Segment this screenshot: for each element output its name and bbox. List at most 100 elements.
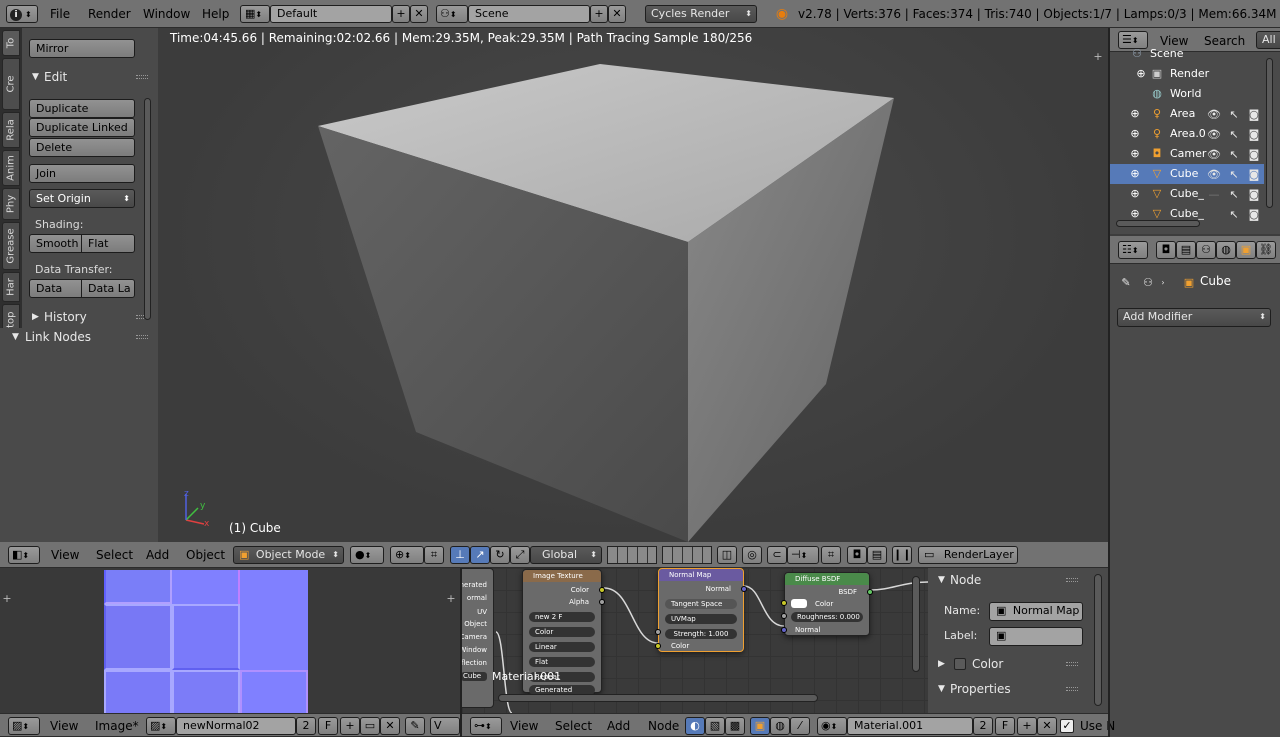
shelf-scrollbar[interactable] — [144, 98, 151, 320]
image-texture-node-header[interactable]: Image Texture — [523, 570, 601, 582]
smooth-button[interactable]: Smooth — [29, 234, 82, 253]
outliner-row-render-layers[interactable]: ⊕ ▣ Render — [1110, 64, 1264, 84]
set-origin-dropdown[interactable]: Set Origin ⬍ — [29, 189, 135, 208]
edit-panel-header[interactable]: ▼ Edit — [22, 66, 158, 88]
render-camera-icon[interactable]: ◙ — [1246, 127, 1262, 141]
duplicate-button[interactable]: Duplicate — [29, 99, 135, 118]
layer-buttons-group-1[interactable] — [607, 546, 657, 564]
render-camera-icon[interactable]: ◙ — [1246, 147, 1262, 161]
data-layout-button[interactable]: Data La — [81, 279, 135, 298]
normal-map-node[interactable]: Normal Map Normal Tangent Space UVMap St… — [655, 568, 747, 652]
object-field[interactable]: Cube — [462, 672, 487, 681]
outliner-row-scene[interactable]: ⚇ Scene — [1110, 44, 1264, 64]
snap-toggle-button[interactable]: ⌗ — [424, 546, 444, 564]
mode-dropdown[interactable]: ▣ Object Mode ⬍ — [233, 546, 344, 564]
history-panel-header[interactable]: ▶ History — [22, 306, 158, 328]
color-panel-header[interactable]: ▶ Color — [928, 653, 1088, 675]
delete-button[interactable]: Delete — [29, 138, 135, 157]
tab-animation[interactable]: Anim — [2, 150, 20, 186]
node-menu-select[interactable]: Select — [555, 714, 592, 737]
render-camera-icon[interactable]: ◙ — [1246, 107, 1262, 121]
image-users-count[interactable]: 2 — [296, 717, 316, 735]
translate-manipulator-button[interactable]: ↗ — [470, 546, 490, 564]
eye-icon[interactable]: 👁 — [1206, 167, 1222, 181]
scene-selector-button[interactable]: ⚇⬍ — [436, 5, 468, 23]
menu-select[interactable]: Select — [96, 542, 133, 568]
image-view-mode-button[interactable]: V — [430, 717, 460, 735]
menu-render[interactable]: Render — [88, 0, 131, 28]
object-shader-type-button[interactable]: ▣ — [750, 717, 770, 735]
projection-dropdown[interactable]: Flat — [529, 657, 595, 667]
tab-hard-ops[interactable]: Har — [2, 272, 20, 302]
drag-grip-icon[interactable] — [136, 335, 148, 339]
opengl-render-button[interactable]: ◘ — [847, 546, 867, 564]
rotate-manipulator-button[interactable]: ↻ — [490, 546, 510, 564]
3d-viewport[interactable]: Time:04:45.66 | Remaining:02:02.66 | Mem… — [158, 28, 1108, 542]
drag-grip-icon[interactable] — [1066, 687, 1078, 691]
input-strength-socket[interactable] — [655, 629, 661, 635]
eye-hidden-icon[interactable]: — — [1206, 187, 1222, 201]
output-bsdf-socket[interactable] — [867, 589, 873, 595]
drag-grip-icon[interactable] — [136, 75, 148, 79]
color-checkbox[interactable] — [954, 658, 966, 670]
diffuse-bsdf-node-header[interactable]: Diffuse BSDF — [785, 573, 869, 585]
cursor-icon[interactable]: ↖ — [1226, 107, 1242, 121]
input-color-socket[interactable] — [781, 600, 787, 606]
transform-orientation-dropdown[interactable]: Global ⬍ — [530, 546, 602, 564]
proportional-edit-button[interactable]: ◎ — [742, 546, 762, 564]
expand-icon[interactable]: ⊕ — [1130, 207, 1140, 220]
editor-type-properties-button[interactable]: ☷⬍ — [1118, 241, 1148, 259]
render-camera-icon[interactable]: ◙ — [1246, 167, 1262, 181]
properties-panel-header[interactable]: ▼ Properties — [928, 678, 1088, 700]
render-tab-icon[interactable]: ◘ — [1156, 241, 1176, 259]
expand-icon[interactable]: ⊕ — [1130, 107, 1140, 120]
unlink-material-button[interactable]: ✕ — [1037, 717, 1057, 735]
manipulator-toggle-button[interactable]: ⊥ — [450, 546, 470, 564]
material-users-count[interactable]: 2 — [973, 717, 993, 735]
output-alpha-socket[interactable] — [599, 599, 605, 605]
use-nodes-checkbox[interactable]: ✓ — [1060, 719, 1074, 733]
pause-render-button[interactable]: ❙❙ — [892, 546, 912, 564]
image-menu-image[interactable]: Image* — [95, 714, 139, 737]
eye-icon[interactable]: 👁 — [1206, 127, 1222, 141]
cursor-icon[interactable]: ↖ — [1226, 127, 1242, 141]
interpolation-dropdown[interactable]: Linear — [529, 642, 595, 652]
npanel-scrollbar[interactable] — [1094, 574, 1102, 706]
node-menu-node[interactable]: Node — [648, 714, 679, 737]
shader-nodes-button[interactable]: ◐ — [685, 717, 705, 735]
eye-icon[interactable]: 👁 — [1206, 107, 1222, 121]
layer-buttons-group-2[interactable] — [662, 546, 712, 564]
mirror-button[interactable]: Mirror — [29, 39, 135, 58]
node-name-field[interactable]: ▣ Normal Map — [989, 602, 1083, 621]
image-datablock-field[interactable]: new 2 F — [529, 612, 595, 622]
layout-selector-button[interactable]: ▦⬍ — [240, 5, 270, 23]
expand-icon[interactable]: ⊕ — [1136, 67, 1146, 80]
browse-material-button[interactable]: ◉⬍ — [817, 717, 847, 735]
drag-grip-icon[interactable] — [1066, 578, 1078, 582]
delete-layout-button[interactable]: ✕ — [410, 5, 428, 23]
expand-icon[interactable]: ⊕ — [1130, 187, 1140, 200]
plus-icon[interactable]: + — [446, 592, 456, 605]
data-transfer-button[interactable]: Data — [29, 279, 82, 298]
render-camera-icon[interactable]: ◙ — [1246, 207, 1262, 221]
snap-element-button[interactable]: ⊣⬍ — [787, 546, 819, 564]
plus-icon[interactable]: + — [1092, 50, 1104, 63]
normal-map-node-header[interactable]: Normal Map — [659, 569, 743, 581]
expand-icon[interactable]: ⊕ — [1130, 147, 1140, 160]
scale-manipulator-button[interactable]: ⤢ — [510, 546, 530, 564]
expand-icon[interactable]: ⊕ — [1130, 127, 1140, 140]
delete-scene-button[interactable]: ✕ — [608, 5, 626, 23]
input-normal-socket[interactable] — [781, 627, 787, 633]
add-modifier-dropdown[interactable]: Add Modifier ⬍ — [1117, 308, 1271, 327]
roughness-field[interactable]: Roughness: 0.000 — [791, 612, 863, 622]
tab-create[interactable]: Cre — [2, 58, 20, 110]
node-vertical-scrollbar[interactable] — [912, 576, 920, 672]
browse-image-button[interactable]: ▨⬍ — [146, 717, 176, 735]
menu-add[interactable]: Add — [146, 542, 169, 568]
shading-mode-button[interactable]: ●⬍ — [350, 546, 384, 564]
texture-nodes-button[interactable]: ▩ — [725, 717, 745, 735]
add-scene-button[interactable]: + — [590, 5, 608, 23]
editor-type-info-button[interactable]: i ⬍ — [6, 5, 38, 23]
tab-tools[interactable]: To — [2, 30, 20, 56]
outliner-row-world[interactable]: ◍ World — [1110, 84, 1264, 104]
